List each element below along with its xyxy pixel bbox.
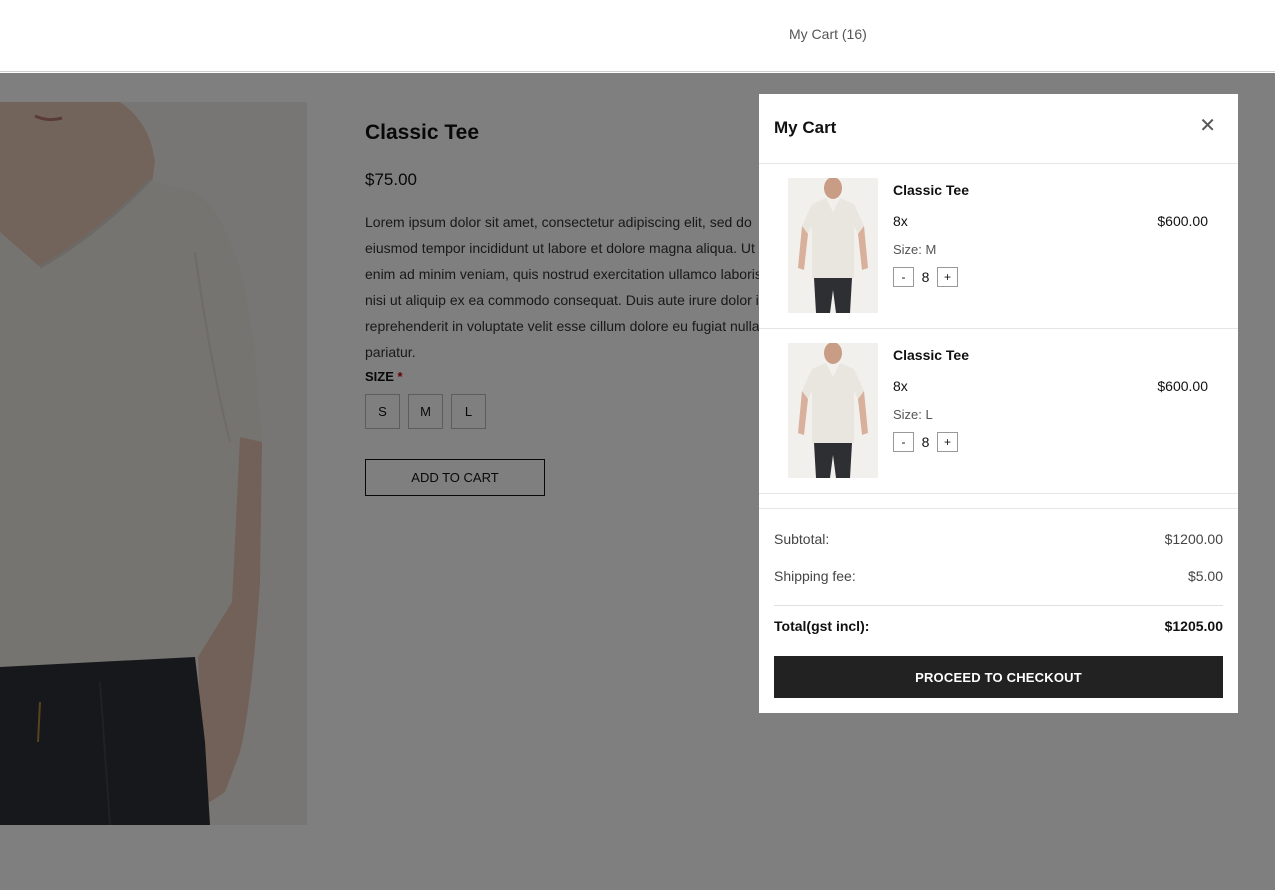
increment-button[interactable]: + bbox=[937, 432, 958, 452]
total-label: Total(gst incl): bbox=[774, 618, 870, 634]
item-size: Size: M bbox=[893, 242, 937, 257]
total-row: Total(gst incl): $1205.00 bbox=[774, 618, 1223, 634]
item-size: Size: L bbox=[893, 407, 933, 422]
item-thumbnail bbox=[788, 178, 878, 313]
item-price: $600.00 bbox=[1157, 213, 1208, 229]
subtotal-value: $1200.00 bbox=[1164, 531, 1223, 547]
item-thumbnail bbox=[788, 343, 878, 478]
subtotal-label: Subtotal: bbox=[774, 531, 830, 547]
total-value: $1205.00 bbox=[1164, 618, 1223, 634]
tshirt-thumbnail-image bbox=[788, 178, 878, 313]
cart-item: Classic Tee 8x $600.00 Size: L - 8 + bbox=[759, 329, 1238, 494]
cart-header: My Cart ✕ bbox=[759, 94, 1238, 164]
summary-divider bbox=[774, 605, 1223, 606]
quantity-stepper: - 8 + bbox=[893, 267, 958, 287]
item-quantity-text: 8x bbox=[893, 213, 908, 229]
quantity-value: 8 bbox=[921, 434, 930, 450]
quantity-value: 8 bbox=[921, 269, 930, 285]
decrement-button[interactable]: - bbox=[893, 432, 914, 452]
cart-panel: My Cart ✕ Classic Tee 8x $600.00 Size: M… bbox=[759, 94, 1238, 713]
item-name: Classic Tee bbox=[893, 347, 970, 363]
top-navigation-bar: My Cart (16) bbox=[0, 0, 1275, 72]
increment-button[interactable]: + bbox=[937, 267, 958, 287]
tshirt-thumbnail-image bbox=[788, 343, 878, 478]
item-name: Classic Tee bbox=[893, 182, 970, 198]
quantity-stepper: - 8 + bbox=[893, 432, 958, 452]
cart-summary: Subtotal: $1200.00 Shipping fee: $5.00 T… bbox=[759, 508, 1238, 698]
item-quantity-text: 8x bbox=[893, 378, 908, 394]
decrement-button[interactable]: - bbox=[893, 267, 914, 287]
cart-title: My Cart bbox=[774, 118, 837, 137]
shipping-value: $5.00 bbox=[1187, 568, 1223, 584]
close-icon[interactable]: ✕ bbox=[1199, 116, 1216, 136]
item-price: $600.00 bbox=[1157, 378, 1208, 394]
subtotal-row: Subtotal: $1200.00 bbox=[774, 531, 1223, 547]
header-cart-link[interactable]: My Cart (16) bbox=[789, 26, 867, 42]
checkout-button[interactable]: PROCEED TO CHECKOUT bbox=[774, 656, 1223, 698]
shipping-row: Shipping fee: $5.00 bbox=[774, 568, 1223, 584]
shipping-label: Shipping fee: bbox=[774, 568, 856, 584]
cart-item: Classic Tee 8x $600.00 Size: M - 8 + bbox=[759, 164, 1238, 329]
